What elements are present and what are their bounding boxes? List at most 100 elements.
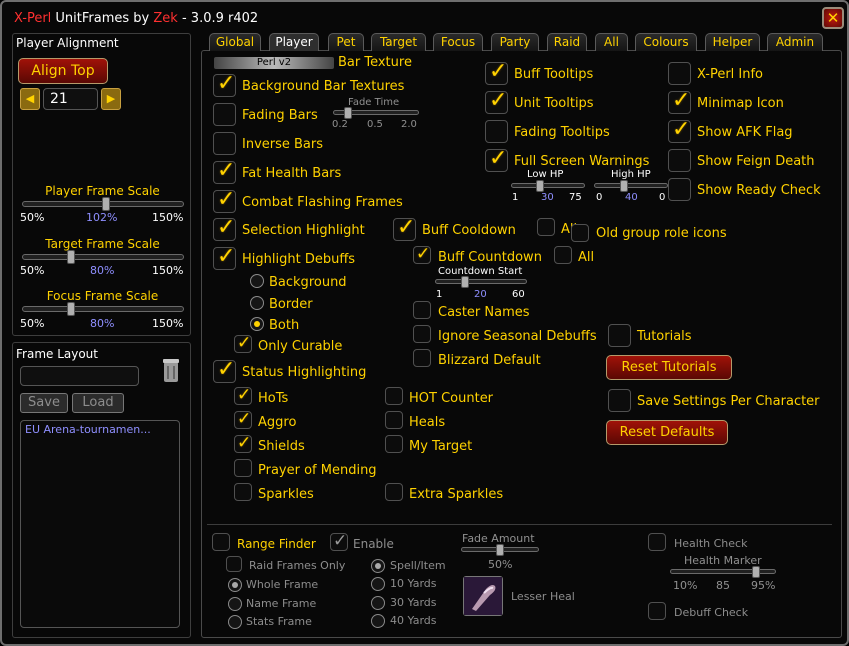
reset-defaults-button[interactable]: Reset Defaults — [606, 420, 728, 445]
heals-checkbox[interactable] — [385, 411, 403, 429]
highlight-debuffs-checkbox[interactable] — [213, 244, 236, 270]
buff-cooldown-all-checkbox[interactable] — [537, 218, 555, 236]
fading-tooltips-checkbox[interactable] — [485, 120, 508, 143]
high-hp-slider[interactable] — [594, 180, 668, 192]
only-curable-checkbox[interactable] — [234, 333, 252, 353]
tab-raid[interactable]: Raid — [547, 33, 587, 51]
alignment-value-input[interactable]: 21 — [43, 88, 98, 110]
trash-icon[interactable] — [162, 358, 180, 384]
tab-colours[interactable]: Colours — [635, 33, 697, 51]
tab-helper[interactable]: Helper — [705, 33, 760, 51]
sparkles-label: Sparkles — [258, 487, 314, 502]
stats-frame-radio[interactable] — [228, 615, 242, 629]
prayer-of-mending-checkbox[interactable] — [234, 459, 252, 477]
debuff-mode-border-radio[interactable] — [250, 296, 264, 310]
full-screen-warnings-checkbox[interactable] — [485, 146, 508, 172]
name-frame-radio[interactable] — [228, 597, 242, 611]
tab-focus[interactable]: Focus — [433, 33, 483, 51]
fade-time-knob[interactable] — [344, 107, 353, 119]
alignment-decrease-button[interactable]: ◀ — [20, 88, 40, 110]
show-feign-death-checkbox[interactable] — [668, 149, 691, 172]
debuff-mode-both-radio[interactable] — [250, 317, 264, 331]
buff-tooltips-checkbox[interactable] — [485, 59, 508, 85]
caster-names-checkbox[interactable] — [413, 301, 431, 319]
layout-load-button[interactable]: Load — [72, 393, 124, 413]
range-enable-checkbox[interactable] — [330, 531, 348, 551]
fade-amount-knob[interactable] — [496, 544, 504, 556]
extra-sparkles-checkbox[interactable] — [385, 483, 403, 501]
layout-name-input[interactable] — [20, 366, 139, 386]
show-afk-flag-checkbox[interactable] — [668, 117, 691, 143]
low-hp-slider[interactable] — [511, 180, 585, 192]
selection-highlight-checkbox[interactable] — [213, 215, 236, 241]
focus-scale-knob[interactable] — [67, 302, 75, 316]
layout-save-button[interactable]: Save — [20, 393, 68, 413]
raid-frames-only-checkbox[interactable] — [226, 556, 242, 572]
buff-cooldown-checkbox[interactable] — [393, 215, 416, 241]
health-check-checkbox[interactable] — [648, 533, 666, 551]
stats-frame-label: Stats Frame — [246, 615, 312, 628]
focus-scale-slider[interactable] — [22, 302, 184, 316]
ignore-seasonal-checkbox[interactable] — [413, 325, 431, 343]
status-highlighting-checkbox[interactable] — [213, 357, 236, 383]
sparkles-checkbox[interactable] — [234, 483, 252, 501]
old-group-role-icons-checkbox[interactable] — [571, 224, 589, 242]
blizzard-default-checkbox[interactable] — [413, 349, 431, 367]
my-target-checkbox[interactable] — [385, 435, 403, 453]
hots-checkbox[interactable] — [234, 385, 252, 405]
align-top-button[interactable]: Align Top — [18, 58, 108, 84]
fade-time-slider[interactable] — [333, 107, 419, 119]
fading-bars-checkbox[interactable] — [213, 103, 236, 126]
range-finder-checkbox[interactable] — [212, 533, 230, 551]
forty-yards-radio[interactable] — [371, 614, 385, 628]
alignment-increase-button[interactable]: ▶ — [101, 88, 121, 110]
countdown-start-slider[interactable] — [435, 276, 527, 288]
minimap-icon-checkbox[interactable] — [668, 88, 691, 114]
fade-amount-slider[interactable] — [461, 544, 539, 556]
inverse-bars-checkbox[interactable] — [213, 132, 236, 155]
reset-tutorials-button[interactable]: Reset Tutorials — [606, 355, 732, 380]
aggro-checkbox[interactable] — [234, 409, 252, 429]
tab-player[interactable]: Player — [269, 33, 319, 51]
unit-tooltips-checkbox[interactable] — [485, 88, 508, 114]
tab-party[interactable]: Party — [491, 33, 539, 51]
buff-countdown-all-checkbox[interactable] — [554, 246, 572, 264]
fat-health-bars-checkbox[interactable] — [213, 158, 236, 184]
buff-countdown-checkbox[interactable] — [413, 244, 431, 264]
save-per-character-checkbox[interactable] — [608, 389, 631, 412]
high-hp-knob[interactable] — [619, 180, 628, 192]
tab-admin[interactable]: Admin — [767, 33, 823, 51]
countdown-start-knob[interactable] — [460, 276, 469, 288]
tab-pet[interactable]: Pet — [328, 33, 364, 51]
tab-target[interactable]: Target — [371, 33, 426, 51]
thirty-yards-radio[interactable] — [371, 596, 385, 610]
player-scale-knob[interactable] — [102, 197, 111, 211]
layout-list[interactable]: EU Arena-tournamen... — [20, 420, 180, 628]
shields-checkbox[interactable] — [234, 433, 252, 453]
focus-scale-label: Focus Frame Scale — [46, 289, 159, 303]
debuff-mode-background-radio[interactable] — [250, 274, 264, 288]
debuff-check-checkbox[interactable] — [648, 602, 666, 620]
health-marker-slider[interactable] — [670, 566, 776, 578]
combat-flashing-checkbox[interactable] — [213, 187, 236, 213]
ten-yards-radio[interactable] — [371, 577, 385, 591]
bar-texture-preview[interactable]: Perl v2 — [214, 57, 334, 69]
tab-all[interactable]: All — [595, 33, 628, 51]
target-scale-knob[interactable] — [67, 250, 75, 264]
close-button[interactable]: ✕ — [822, 7, 844, 29]
tutorials-checkbox[interactable] — [608, 324, 631, 347]
tab-global[interactable]: Global — [209, 33, 261, 51]
hot-counter-checkbox[interactable] — [385, 387, 403, 405]
background-bar-textures-checkbox[interactable] — [213, 71, 236, 97]
low-hp-knob[interactable] — [536, 180, 545, 192]
player-scale-slider[interactable] — [22, 197, 184, 211]
spell-item-radio[interactable] — [371, 559, 385, 573]
target-scale-slider[interactable] — [22, 250, 184, 264]
xperl-info-checkbox[interactable] — [668, 62, 691, 85]
whole-frame-radio[interactable] — [228, 578, 242, 592]
health-marker-knob[interactable] — [752, 566, 761, 578]
spell-icon-button[interactable] — [463, 576, 503, 616]
health-marker-max: 95% — [751, 579, 776, 592]
layout-list-item[interactable]: EU Arena-tournamen... — [25, 423, 151, 436]
show-ready-check-checkbox[interactable] — [668, 178, 691, 201]
